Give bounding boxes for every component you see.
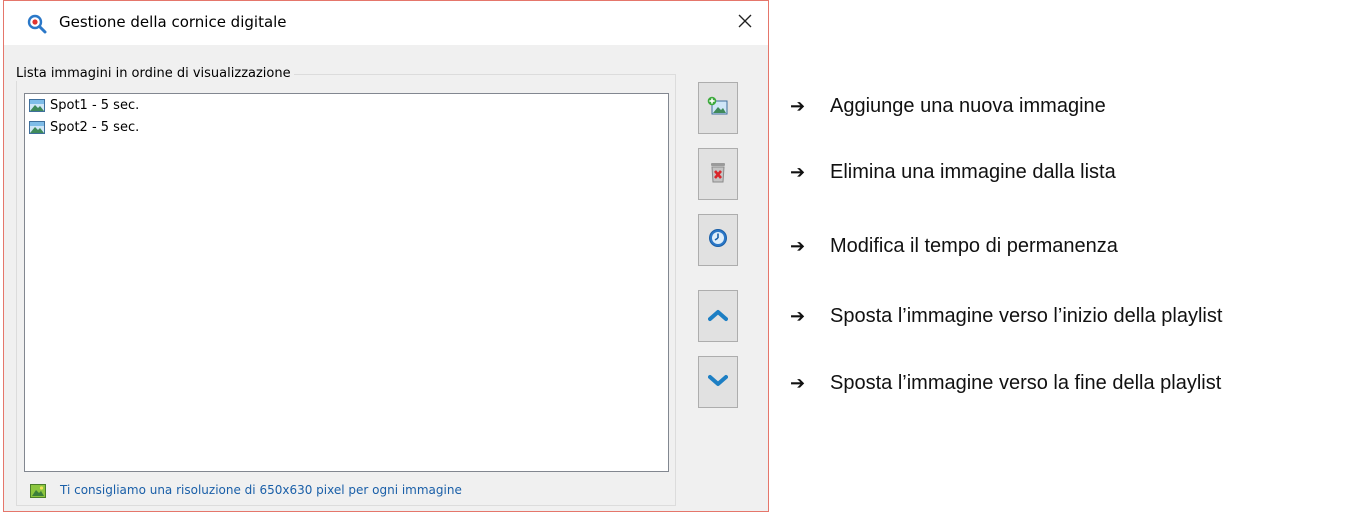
image-icon [29,120,45,134]
arrow-icon: ➔ [790,96,806,116]
image-icon [30,483,46,498]
annotation-move-down: ➔ Sposta l’immagine verso la fine della … [790,372,1221,395]
annotation-text: Aggiunge una nuova immagine [830,95,1106,117]
resolution-hint: Ti consigliamo una risoluzione di 650x63… [30,483,462,498]
annotation-text: Modifica il tempo di permanenza [830,235,1118,257]
arrow-icon: ➔ [790,236,806,256]
add-image-button[interactable] [698,82,738,134]
image-listbox[interactable]: Spot1 - 5 sec. Spot2 - 5 sec. [24,93,669,472]
annotation-add: ➔ Aggiunge una nuova immagine [790,95,1106,118]
arrow-icon: ➔ [790,306,806,326]
add-image-icon [707,96,729,120]
chevron-up-icon [708,307,728,326]
close-icon [737,13,753,33]
arrow-icon: ➔ [790,373,806,393]
dialog-window: Gestione della cornice digitale Lista im… [3,0,769,512]
title-bar: Gestione della cornice digitale [4,1,768,45]
annotation-duration: ➔ Modifica il tempo di permanenza [790,235,1118,258]
annotation-text: Sposta l’immagine verso la fine della pl… [830,372,1222,394]
close-button[interactable] [722,1,768,45]
arrow-icon: ➔ [790,162,806,182]
move-down-button[interactable] [698,356,738,408]
annotation-delete: ➔ Elimina una immagine dalla lista [790,161,1116,184]
hint-text: Ti consigliamo una risoluzione di 650x63… [60,483,462,497]
annotation-text: Sposta l’immagine verso l’inizio della p… [830,305,1223,327]
move-up-button[interactable] [698,290,738,342]
edit-duration-button[interactable] [698,214,738,266]
list-item-label: Spot2 - 5 sec. [50,119,140,135]
delete-image-button[interactable] [698,148,738,200]
annotation-move-up: ➔ Sposta l’immagine verso l’inizio della… [790,305,1222,328]
list-item[interactable]: Spot2 - 5 sec. [25,116,668,138]
window-title: Gestione della cornice digitale [59,13,287,31]
chevron-down-icon [708,373,728,392]
clock-icon [708,228,728,252]
delete-trash-icon [708,161,728,187]
list-item-label: Spot1 - 5 sec. [50,97,140,113]
image-icon [29,98,45,112]
group-label: Lista immagini in ordine di visualizzazi… [16,66,294,81]
annotation-text: Elimina una immagine dalla lista [830,161,1116,183]
list-item[interactable]: Spot1 - 5 sec. [25,94,668,116]
search-magnifier-icon [27,14,47,34]
